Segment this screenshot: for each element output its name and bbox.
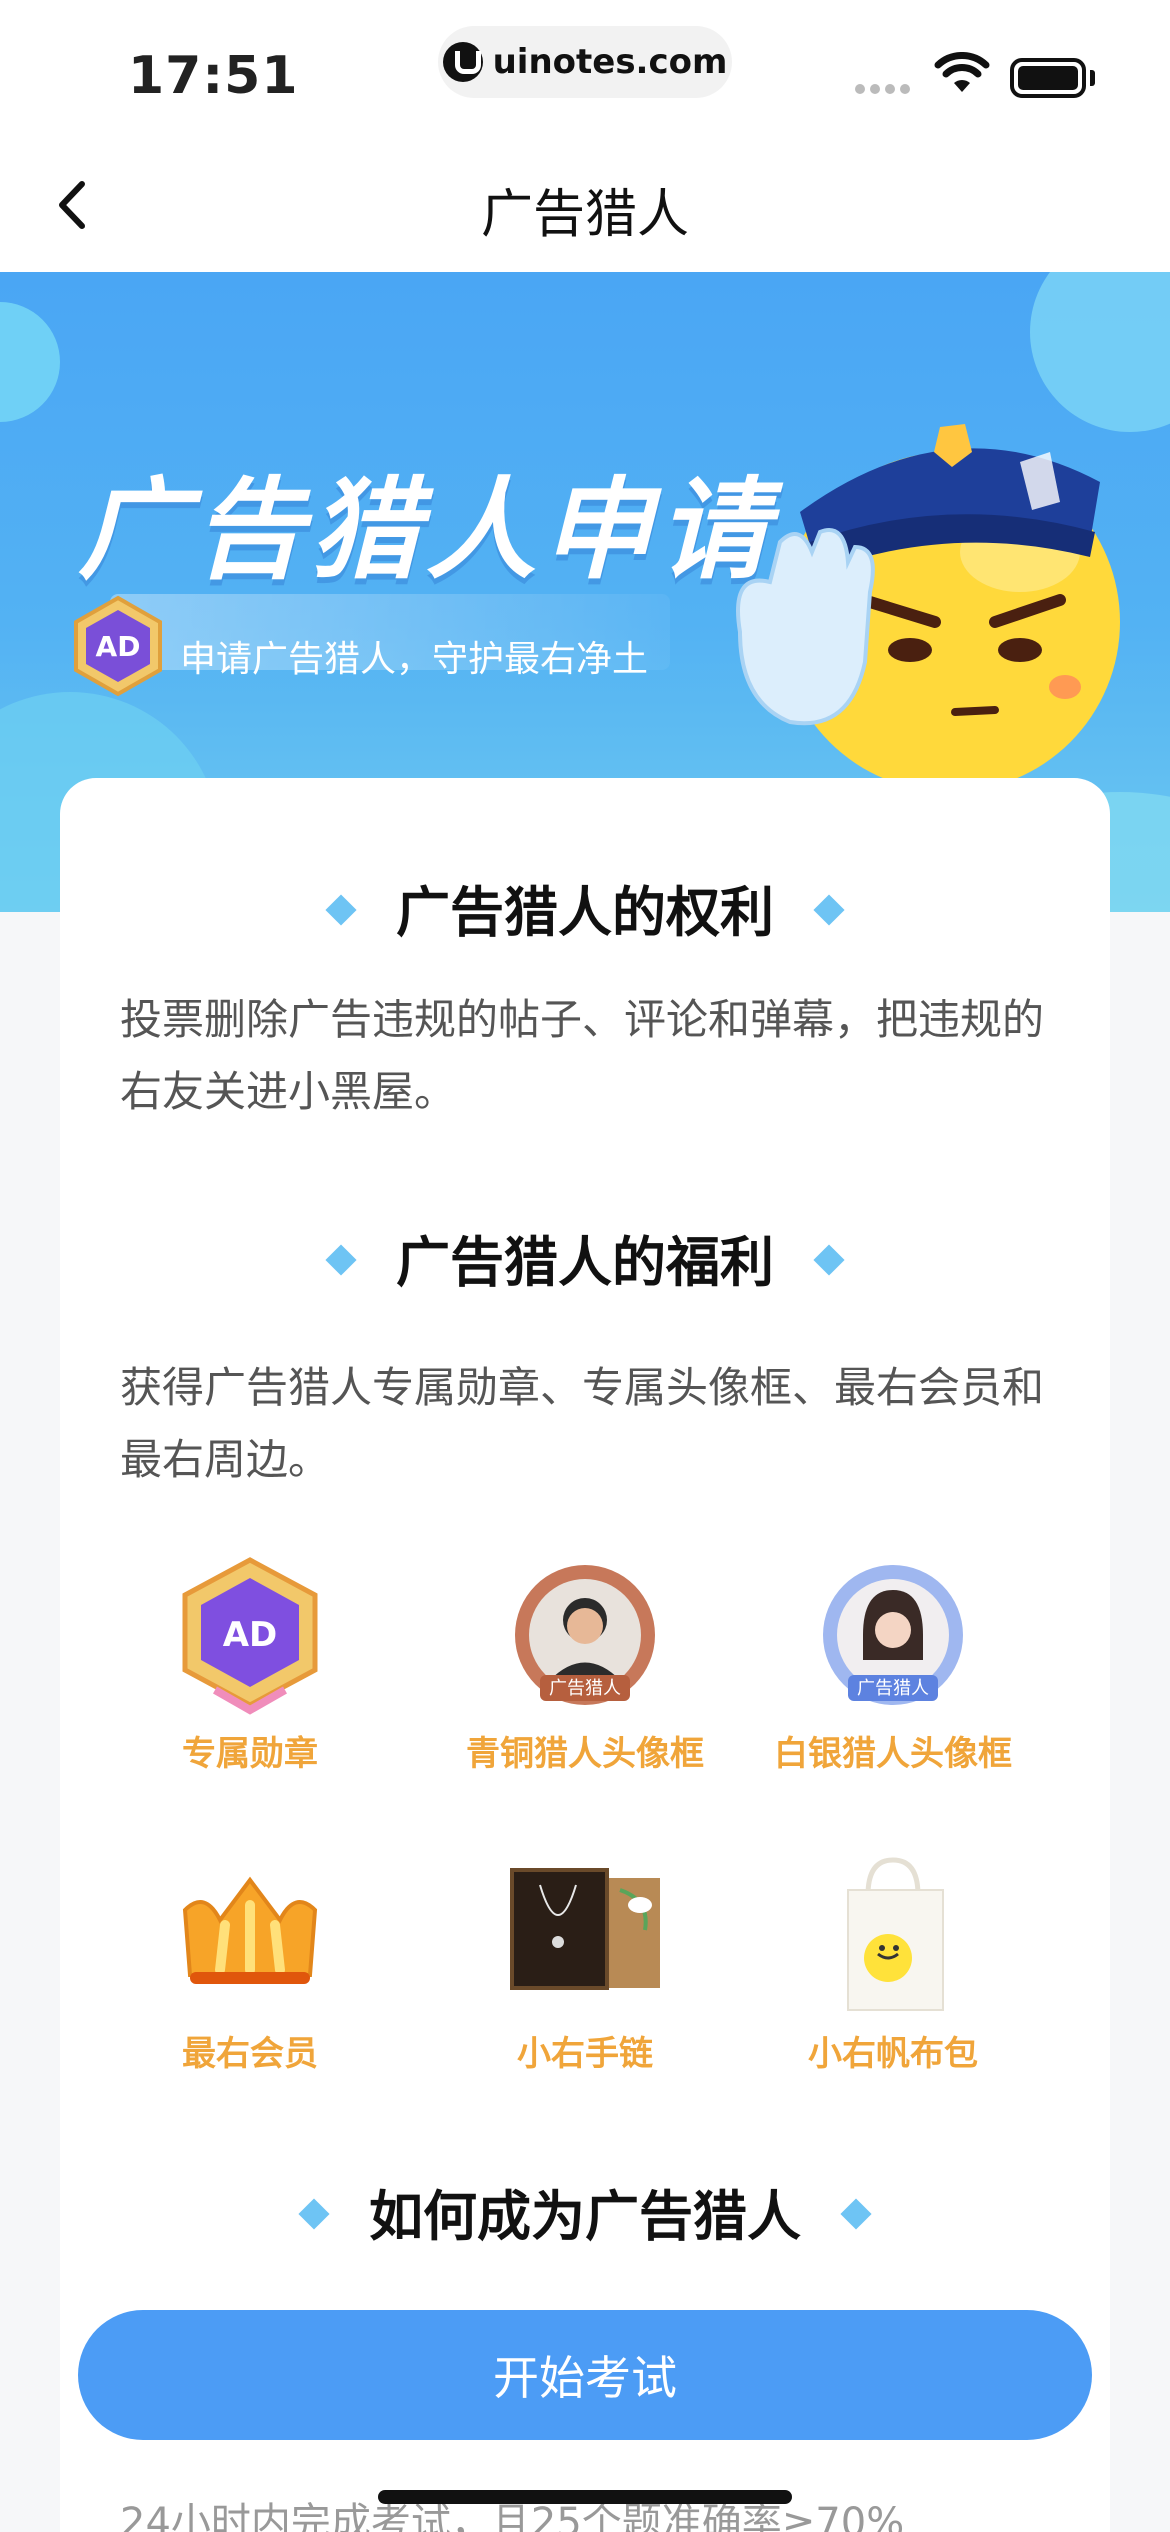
benefit-tote-bag: 小右帆布包 (763, 1850, 1023, 2074)
frame-text: 广告猎人 (857, 1678, 929, 1699)
svg-text:AD: AD (223, 1615, 278, 1655)
tote-bag-icon (847, 1857, 944, 2011)
diamond-icon (325, 1244, 357, 1276)
start-exam-button[interactable]: 开始考试 (78, 2310, 1092, 2440)
signal-icon (855, 84, 910, 94)
benefit-label: 小右手链 (517, 2034, 653, 2074)
benefit-label: 白银猎人头像框 (774, 1734, 1012, 1774)
hero-title: 广告猎人申请 (78, 466, 774, 594)
status-time: 17:51 (128, 46, 299, 106)
benefit-vip: 最右会员 (120, 1850, 380, 2074)
frame-text: 广告猎人 (549, 1678, 621, 1699)
diamond-icon (325, 894, 357, 926)
bronze-frame-icon: 广告猎人 (515, 1565, 655, 1705)
hero-subtitle: 申请广告猎人，守护最右净土 (180, 639, 649, 680)
benefit-bronze-frame: 广告猎人 青铜猎人头像框 (455, 1550, 715, 1774)
ad-medal-icon: AD (182, 1557, 318, 1715)
benefit-label: 专属勋章 (182, 1734, 318, 1774)
crown-icon (182, 1876, 318, 1984)
benefits-title-text: 广告猎人的福利 (396, 1231, 774, 1294)
home-indicator[interactable] (378, 2490, 792, 2504)
nav-bar: 广告猎人 (0, 130, 1170, 272)
battery-icon (1010, 58, 1086, 98)
benefit-label: 小右帆布包 (808, 2034, 978, 2074)
wifi-icon (934, 52, 990, 92)
diamond-icon (813, 1244, 845, 1276)
howto-section-title: 如何成为广告猎人 (60, 2172, 1110, 2251)
diamond-icon (813, 894, 845, 926)
diamond-icon (298, 2198, 330, 2230)
ad-badge-icon: AD (74, 595, 162, 697)
benefit-silver-frame: 广告猎人 白银猎人头像框 (763, 1550, 1023, 1774)
silver-frame-icon: 广告猎人 (823, 1565, 963, 1705)
rights-description: 投票删除广告违规的帖子、评论和弹幕，把违规的右友关进小黑屋。 (120, 995, 1045, 1116)
benefit-label: 最右会员 (182, 2034, 318, 2074)
url-pill[interactable]: uinotes.com (438, 26, 732, 98)
benefits-section-title: 广告猎人的福利 (60, 1218, 1110, 1297)
rights-section-title: 广告猎人的权利 (60, 868, 1110, 947)
url-text: uinotes.com (492, 42, 728, 82)
content-card: 广告猎人的权利 投票删除广告违规的帖子、评论和弹幕，把违规的右友关进小黑屋。 广… (60, 778, 1110, 2532)
howto-title-text: 如何成为广告猎人 (369, 2185, 801, 2248)
badge-text: AD (96, 630, 141, 663)
page-title: 广告猎人 (480, 185, 689, 245)
benefit-bracelet: 小右手链 (455, 1850, 715, 2074)
decor-bubble (0, 302, 60, 422)
diamond-icon (840, 2198, 872, 2230)
benefits-description: 获得广告猎人专属勋章、专属头像框、最右会员和最右周边。 (120, 1363, 1045, 1484)
rights-title-text: 广告猎人的权利 (396, 881, 774, 944)
benefit-label: 青铜猎人头像框 (466, 1734, 704, 1774)
bracelet-icon (510, 1868, 660, 1990)
benefit-medal: AD 专属勋章 (120, 1550, 380, 1774)
status-bar: 17:51 uinotes.com (0, 0, 1170, 130)
site-logo-icon (442, 42, 483, 82)
